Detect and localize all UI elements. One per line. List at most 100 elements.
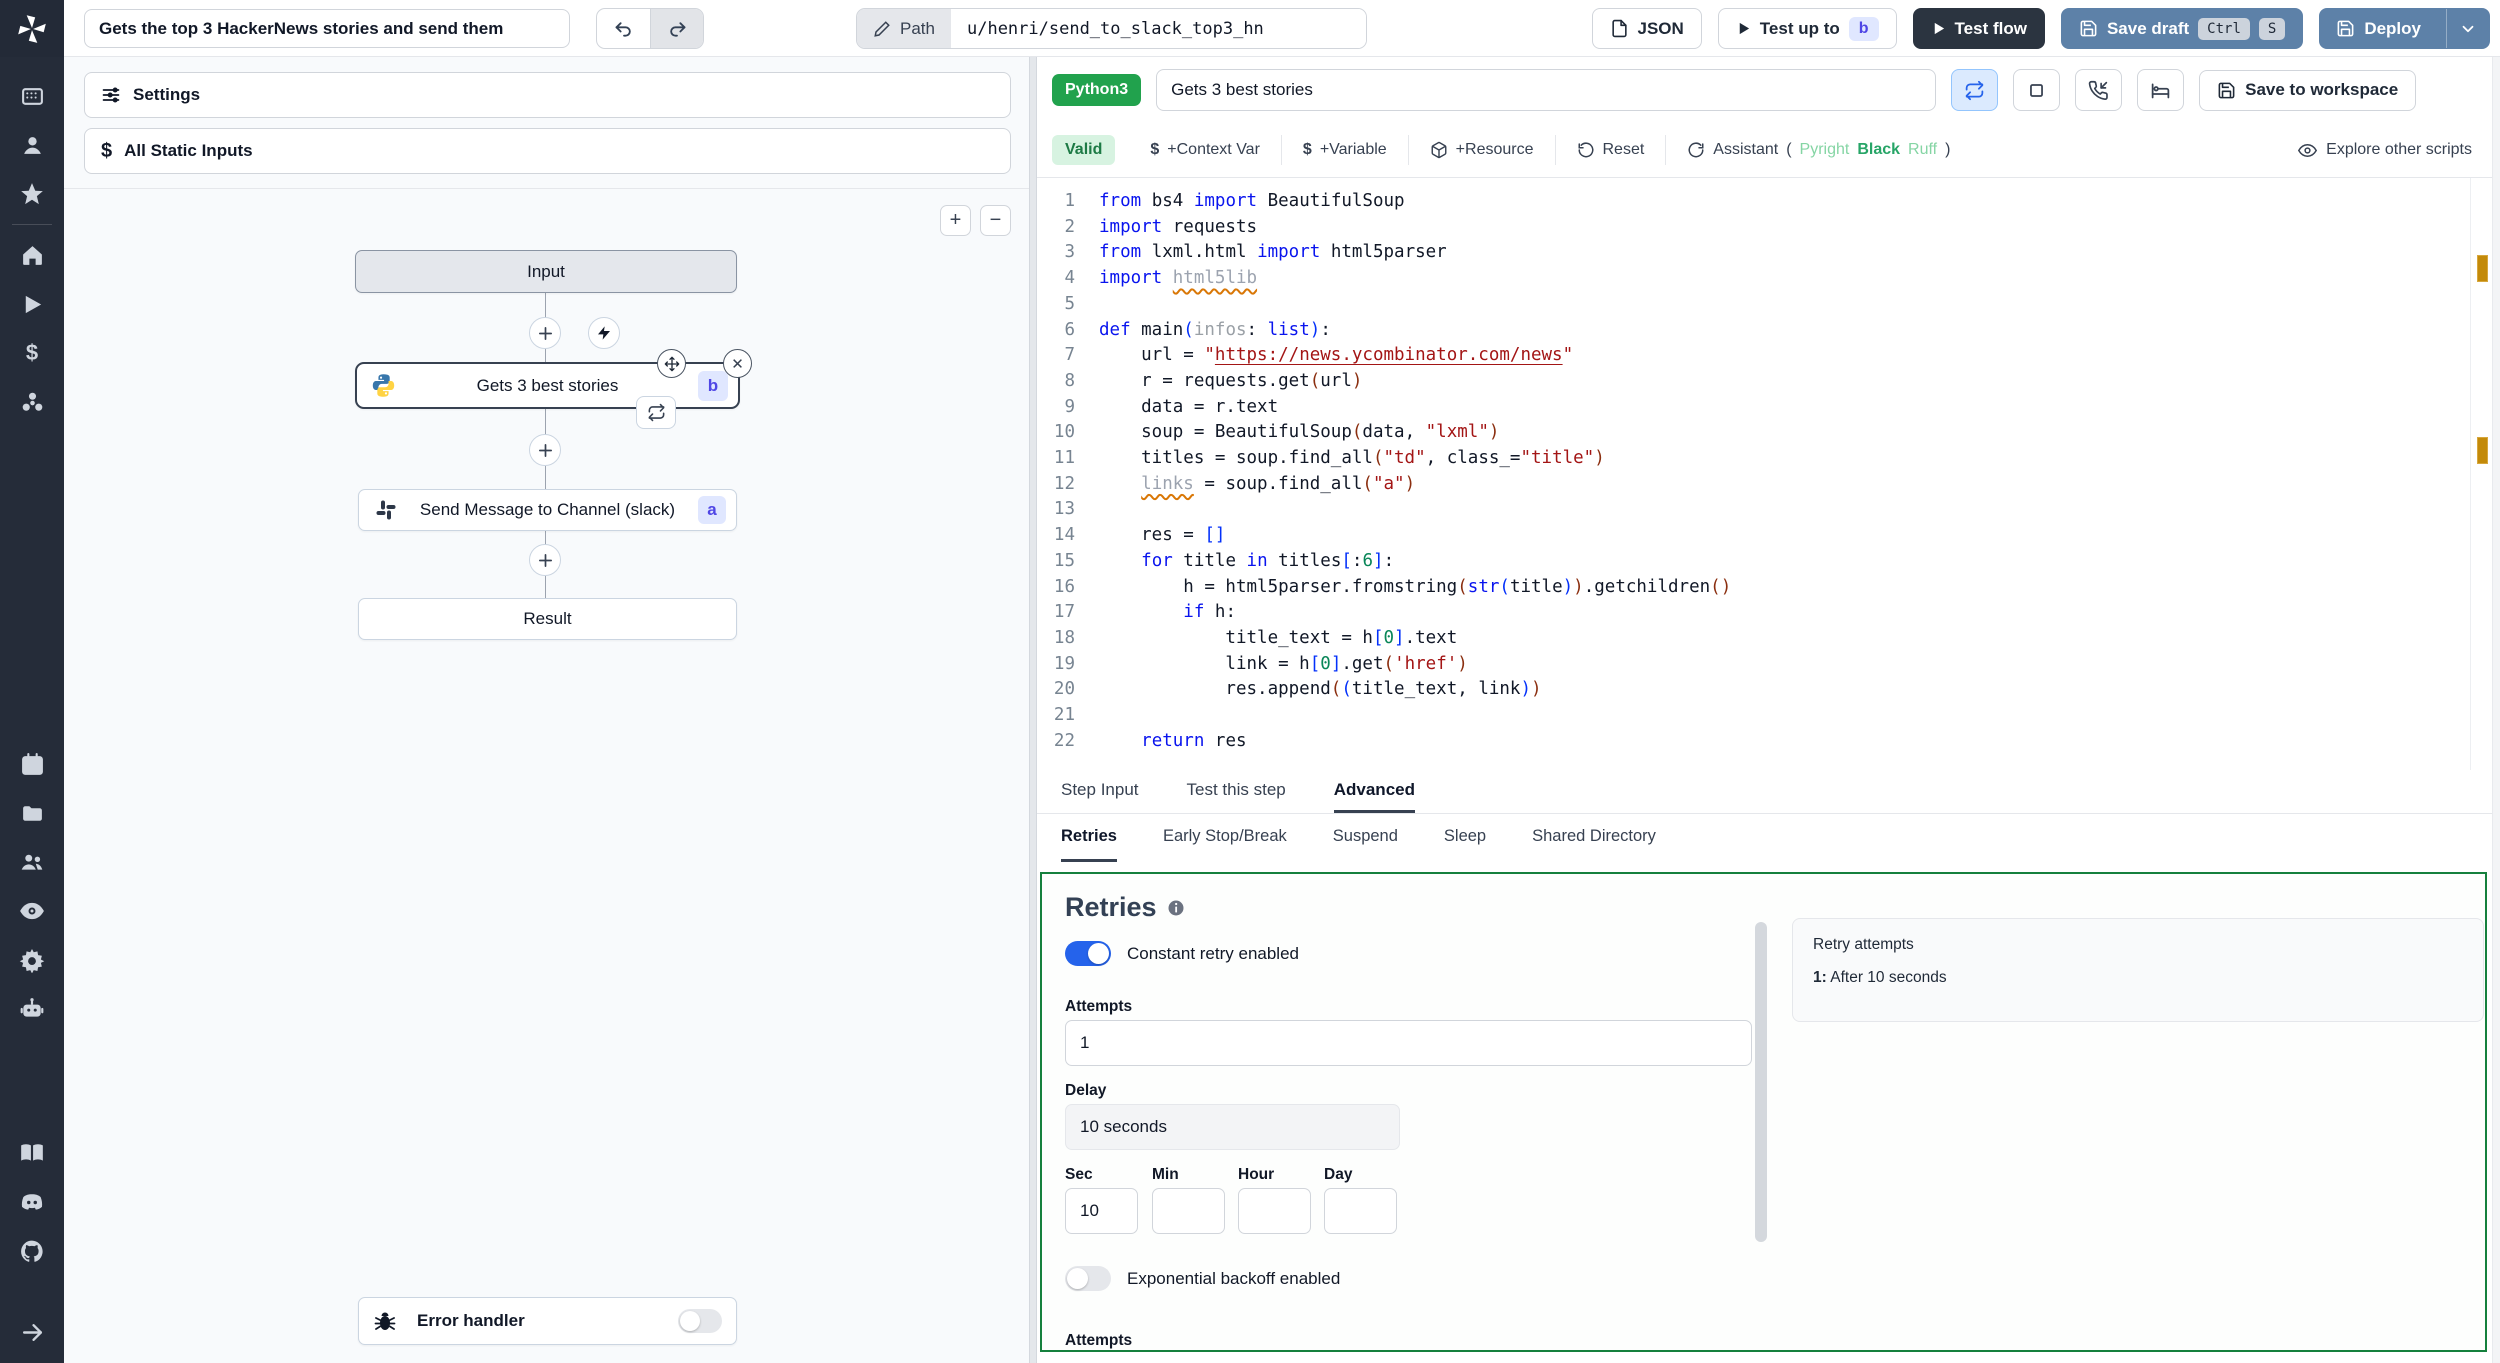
sidebar-expand-button[interactable] — [19, 1319, 45, 1345]
explore-other-scripts-button[interactable]: Explore other scripts — [2298, 141, 2492, 160]
sidebar-item-variables[interactable]: $ — [19, 340, 45, 366]
redo-button[interactable] — [650, 9, 703, 48]
test-flow-button[interactable]: Test flow — [1912, 8, 2045, 49]
json-button[interactable]: JSON — [1591, 8, 1702, 49]
subtab-sleep[interactable]: Sleep — [1444, 814, 1486, 862]
sidebar-item-user[interactable] — [19, 132, 45, 158]
sec-input[interactable] — [1065, 1188, 1138, 1234]
eye-icon — [2298, 143, 2318, 157]
deploy-label: Deploy — [2364, 18, 2421, 38]
sidebar-item-favorites[interactable] — [19, 181, 45, 207]
all-static-inputs-button[interactable]: $ All Static Inputs — [84, 128, 1011, 174]
subtab-retries[interactable]: Retries — [1061, 814, 1117, 862]
add-variable-button[interactable]: $ +Variable — [1280, 135, 1408, 165]
bolt-icon — [598, 326, 610, 340]
add-resource-button[interactable]: +Resource — [1407, 135, 1555, 165]
sidebar-item-resources[interactable] — [19, 389, 45, 415]
retry-attempt-line: 1: After 10 seconds — [1813, 969, 2463, 987]
early-stop-tool-button[interactable] — [2013, 69, 2061, 111]
sidebar-item-runs[interactable] — [19, 291, 45, 317]
add-step-button[interactable] — [529, 544, 561, 576]
path-edit-button[interactable]: Path — [857, 9, 951, 48]
attempts-input[interactable] — [1065, 1020, 1752, 1066]
sidebar-item-github[interactable] — [19, 1238, 45, 1264]
hour-input[interactable] — [1238, 1188, 1311, 1234]
flow-settings-button[interactable]: Settings — [84, 72, 1011, 118]
constant-retry-toggle[interactable] — [1065, 941, 1111, 966]
add-step-button[interactable] — [529, 434, 561, 466]
sidebar-item-audit-logs[interactable] — [19, 898, 45, 924]
tab-step-input[interactable]: Step Input — [1061, 770, 1139, 813]
suspend-tool-button[interactable] — [2075, 69, 2123, 111]
error-handler-node[interactable]: Error handler — [358, 1297, 737, 1345]
plus-icon: + — [949, 209, 962, 231]
undo-redo-group — [596, 8, 704, 49]
save-to-workspace-button[interactable]: Save to workspace — [2199, 69, 2417, 111]
sidebar-item-schedules[interactable] — [19, 751, 45, 777]
retry-attempt-text: After 10 seconds — [1826, 969, 1947, 986]
retries-tool-button[interactable] — [1951, 69, 1999, 111]
result-node-label: Result — [523, 609, 572, 628]
move-step-button[interactable] — [657, 349, 686, 378]
folder-icon — [22, 805, 42, 821]
zoom-in-button[interactable]: + — [940, 205, 971, 236]
github-icon — [21, 1240, 43, 1262]
subtab-shared-directory[interactable]: Shared Directory — [1532, 814, 1656, 862]
exponential-backoff-toggle[interactable] — [1065, 1266, 1111, 1291]
day-input[interactable] — [1324, 1188, 1397, 1234]
windmill-logo[interactable] — [0, 0, 64, 57]
delete-step-button[interactable]: ✕ — [723, 349, 752, 378]
panel-splitter[interactable] — [1029, 57, 1037, 1363]
arrow-right-icon — [22, 1323, 42, 1341]
save-draft-button[interactable]: Save draft Ctrl S — [2060, 8, 2304, 49]
sidebar-item-settings[interactable] — [19, 947, 45, 973]
flow-node-step-a[interactable]: Send Message to Channel (slack) a — [358, 489, 737, 531]
add-variable-label: +Variable — [1319, 141, 1387, 158]
subtab-early-stop[interactable]: Early Stop/Break — [1163, 814, 1287, 862]
page-scrollbar[interactable] — [2492, 57, 2500, 1363]
all-static-inputs-label: All Static Inputs — [124, 141, 253, 160]
refresh-icon — [1688, 142, 1704, 158]
sidebar-item-workers[interactable] — [19, 996, 45, 1022]
reset-button[interactable]: Reset — [1554, 135, 1666, 165]
sidebar-item-home[interactable] — [19, 242, 45, 268]
add-context-var-button[interactable]: $ +Context Var — [1129, 135, 1281, 165]
step-name-input[interactable] — [1156, 69, 1937, 111]
code-editor[interactable]: 1 2 3 4 5 6 7 8 9 10 11 12 13 14 15 16 17 18 19 20 21 22 from… — [1037, 178, 2492, 770]
flow-node-result[interactable]: Result — [358, 598, 737, 640]
zoom-out-button[interactable]: − — [980, 205, 1011, 236]
retries-scrollbar[interactable] — [1755, 922, 1767, 1242]
sidebar-item-discord[interactable] — [19, 1189, 45, 1215]
play-icon — [25, 295, 41, 313]
min-input[interactable] — [1152, 1188, 1225, 1234]
deploy-button[interactable]: Deploy — [2320, 9, 2437, 48]
undo-button[interactable] — [597, 9, 650, 48]
subtab-suspend[interactable]: Suspend — [1333, 814, 1398, 862]
users-icon — [21, 854, 43, 870]
move-icon — [664, 356, 679, 371]
trigger-button[interactable] — [588, 317, 620, 349]
add-resource-label: +Resource — [1455, 141, 1534, 158]
deploy-button-group: Deploy — [2319, 8, 2490, 49]
flow-node-input[interactable]: Input — [355, 250, 737, 293]
deploy-more-button[interactable] — [2446, 9, 2489, 48]
flow-title-input[interactable] — [84, 9, 570, 48]
sleep-tool-button[interactable] — [2137, 69, 2185, 111]
tab-label: Advanced — [1333, 780, 1415, 799]
path-value[interactable]: u/henri/send_to_slack_top3_hn — [950, 9, 1366, 48]
step-tabs: Step Input Test this step Advanced — [1037, 770, 2492, 814]
test-up-to-button[interactable]: Test up to b — [1717, 8, 1897, 49]
tab-advanced[interactable]: Advanced — [1333, 770, 1415, 813]
sidebar-item-workspace[interactable] — [19, 83, 45, 109]
stop-square-icon — [2030, 83, 2044, 97]
tab-test-this-step[interactable]: Test this step — [1187, 770, 1286, 813]
sidebar-item-folders[interactable] — [19, 800, 45, 826]
sidebar-item-docs[interactable] — [19, 1140, 45, 1166]
error-handler-toggle[interactable] — [678, 1309, 722, 1333]
add-context-var-label: +Context Var — [1167, 141, 1260, 158]
sidebar-item-groups[interactable] — [19, 849, 45, 875]
add-step-button[interactable] — [529, 317, 561, 349]
assistant-button[interactable]: Assistant ( Pyright Black Ruff ) — [1665, 135, 1971, 165]
retry-indicator-chip[interactable] — [636, 396, 676, 429]
code-lines: from bs4 import BeautifulSoup import requ… — [1099, 191, 1732, 751]
